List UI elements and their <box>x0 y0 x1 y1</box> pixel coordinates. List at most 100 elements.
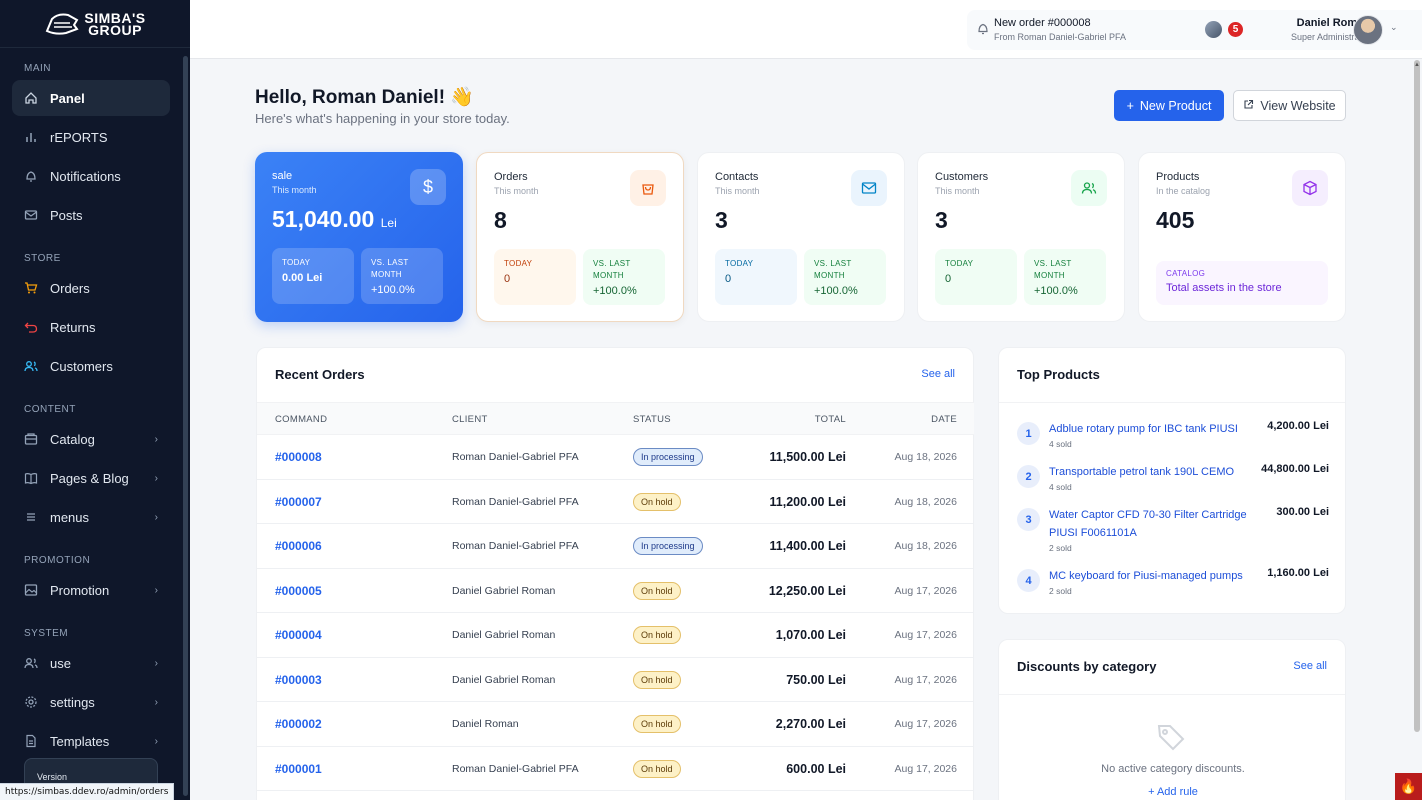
product-price: 4,200.00 Lei <box>1267 420 1329 432</box>
product-link[interactable]: MC keyboard for Piusi-managed pumps <box>1049 567 1254 585</box>
user-avatar[interactable] <box>1353 15 1383 45</box>
list-item[interactable]: 4 MC keyboard for Piusi-managed pumps 2 … <box>1017 567 1329 603</box>
card-title: Orders <box>494 171 528 183</box>
order-total: 2,270.00 Lei <box>775 717 846 731</box>
order-link[interactable]: #000004 <box>275 628 322 642</box>
rank-badge: 1 <box>1017 422 1040 445</box>
view-website-label: View Website <box>1260 98 1336 113</box>
table-row[interactable]: #000007 Roman Daniel-Gabriel PFA On hold… <box>257 480 974 524</box>
column-header[interactable]: TOTAL <box>815 414 846 425</box>
section-promotion: PROMOTION <box>24 554 91 566</box>
section-main: MAIN <box>24 62 51 74</box>
table-row[interactable]: #000004 Daniel Gabriel Roman On hold 1,0… <box>257 613 974 658</box>
vs-last-month-box: VS. LAST MONTH +100.0% <box>1024 249 1106 305</box>
user-role: Super Administrator <box>1290 32 1370 42</box>
column-header[interactable]: STATUS <box>633 414 671 425</box>
product-link[interactable]: Transportable petrol tank 190L CEMO <box>1049 463 1254 481</box>
card-value: 405 <box>1156 207 1195 233</box>
scroll-up-arrow-icon[interactable]: ▲ <box>1414 62 1420 68</box>
product-price: 44,800.00 Lei <box>1261 463 1329 475</box>
sidebar-item-customers[interactable]: Customers <box>12 348 170 384</box>
recent-orders-panel: Recent Orders See all COMMAND CLIENT STA… <box>256 347 974 800</box>
sidebar-item-settings[interactable]: settings › <box>12 684 170 720</box>
stat-card-sale[interactable]: sale This month 51,040.00 Lei $ TODAY 0.… <box>255 152 463 322</box>
column-header[interactable]: DATE <box>931 414 957 425</box>
card-subtitle: This month <box>272 185 317 195</box>
sidebar-item-orders[interactable]: Orders <box>12 270 170 306</box>
table-row[interactable]: #000003 Daniel Gabriel Roman On hold 750… <box>257 658 974 702</box>
order-link[interactable]: #000003 <box>275 673 322 687</box>
sidebar-item-menus[interactable]: menus › <box>12 499 170 535</box>
product-link[interactable]: Water Captor CFD 70-30 Filter Cartridge … <box>1049 506 1254 542</box>
sidebar-item-label: settings <box>50 694 95 710</box>
order-date: Aug 18, 2026 <box>894 540 957 552</box>
vs-last-month-box: VS. LAST MONTH +100.0% <box>804 249 886 305</box>
order-link[interactable]: #000008 <box>275 450 322 464</box>
table-row[interactable]: #000008 Roman Daniel-Gabriel PFA In proc… <box>257 435 974 480</box>
order-date: Aug 17, 2026 <box>894 673 957 686</box>
page-scrollbar[interactable] <box>1414 60 1420 732</box>
version-label: Version <box>37 772 68 782</box>
order-date: Aug 17, 2026 <box>894 629 957 641</box>
list-item[interactable]: 1 Adblue rotary pump for IBC tank PIUSI … <box>1017 420 1329 456</box>
table-row[interactable]: #000001 Roman Daniel-Gabriel PFA On hold… <box>257 747 974 791</box>
sidebar-item-use[interactable]: use › <box>12 645 170 681</box>
gear-icon <box>24 695 38 709</box>
view-website-button[interactable]: View Website <box>1233 90 1346 121</box>
table-row[interactable]: #000006 Roman Daniel-Gabriel PFA In proc… <box>257 524 974 569</box>
sidebar-item-promotion[interactable]: Promotion › <box>12 572 170 608</box>
stat-card-customers[interactable]: Customers This month 3 TODAY 0 VS. LAST … <box>917 152 1125 322</box>
order-link[interactable]: #000007 <box>275 495 322 509</box>
see-all-discounts-link[interactable]: See all <box>1293 660 1327 672</box>
stat-card-contacts[interactable]: Contacts This month 3 TODAY 0 VS. LAST M… <box>697 152 905 322</box>
lion-logo-icon <box>46 13 79 35</box>
column-header[interactable]: COMMAND <box>275 414 327 425</box>
new-product-button[interactable]: + New Product <box>1114 90 1224 121</box>
sidebar-item-returns[interactable]: Returns <box>12 309 170 345</box>
table-row[interactable]: #000002 Daniel Roman On hold 2,270.00 Le… <box>257 702 974 747</box>
chevron-right-icon: › <box>154 735 158 747</box>
sidebar-item-pages-blog[interactable]: Pages & Blog › <box>12 460 170 496</box>
sidebar-item-reports[interactable]: rEPORTS <box>12 119 170 155</box>
order-total: 12,250.00 Lei <box>768 583 846 598</box>
book-icon <box>24 471 38 485</box>
order-link[interactable]: #000005 <box>275 584 322 598</box>
users-icon <box>24 359 38 373</box>
column-header[interactable]: CLIENT <box>452 414 488 425</box>
chevron-right-icon: › <box>154 433 158 445</box>
fire-icon[interactable]: 🔥 <box>1395 773 1422 800</box>
rank-badge: 4 <box>1017 569 1040 592</box>
sidebar-item-panel[interactable]: Panel <box>12 80 170 116</box>
external-link-icon <box>1243 99 1254 113</box>
card-title: Products <box>1156 171 1200 183</box>
status-badge: On hold <box>633 759 681 778</box>
order-client: Daniel Gabriel Roman <box>452 629 556 641</box>
brand-logo[interactable]: SIMBA'S GROUP <box>0 0 190 48</box>
table-row[interactable]: #000005 Daniel Gabriel Roman On hold 12,… <box>257 569 974 613</box>
stat-card-products[interactable]: Products In the catalog 405 CATALOG Tota… <box>1138 152 1346 322</box>
sidebar-item-catalog[interactable]: Catalog › <box>12 421 170 457</box>
empty-state-text: No active category discounts. <box>1101 763 1245 775</box>
list-item[interactable]: 3 Water Captor CFD 70-30 Filter Cartridg… <box>1017 506 1329 558</box>
order-link[interactable]: #000006 <box>275 539 322 553</box>
today-box: TODAY 0 <box>494 249 576 305</box>
tag-icon <box>1156 722 1186 757</box>
order-total: 11,200.00 Lei <box>769 494 846 509</box>
chevron-down-icon[interactable]: ⌄ <box>1390 22 1398 33</box>
card-value: 51,040.00 Lei <box>272 206 397 232</box>
user-group-icon <box>24 656 38 670</box>
list-item[interactable]: 2 Transportable petrol tank 190L CEMO 4 … <box>1017 463 1329 499</box>
card-value: 8 <box>494 207 507 233</box>
product-link[interactable]: Adblue rotary pump for IBC tank PIUSI <box>1049 420 1254 438</box>
return-icon <box>24 320 38 334</box>
sidebar-item-notifications[interactable]: Notifications <box>12 158 170 194</box>
order-link[interactable]: #000002 <box>275 717 322 731</box>
add-rule-button[interactable]: + Add rule <box>999 786 1347 798</box>
sidebar-item-posts[interactable]: Posts <box>12 197 170 233</box>
sidebar-item-templates[interactable]: Templates › <box>12 723 170 759</box>
order-link[interactable]: #000001 <box>275 762 322 776</box>
stat-card-orders[interactable]: Orders This month 8 TODAY 0 VS. LAST MON… <box>476 152 684 322</box>
notification-count-badge[interactable]: 5 <box>1228 22 1243 37</box>
see-all-orders-link[interactable]: See all <box>921 368 955 380</box>
sidebar-item-label: Pages & Blog <box>50 470 129 486</box>
